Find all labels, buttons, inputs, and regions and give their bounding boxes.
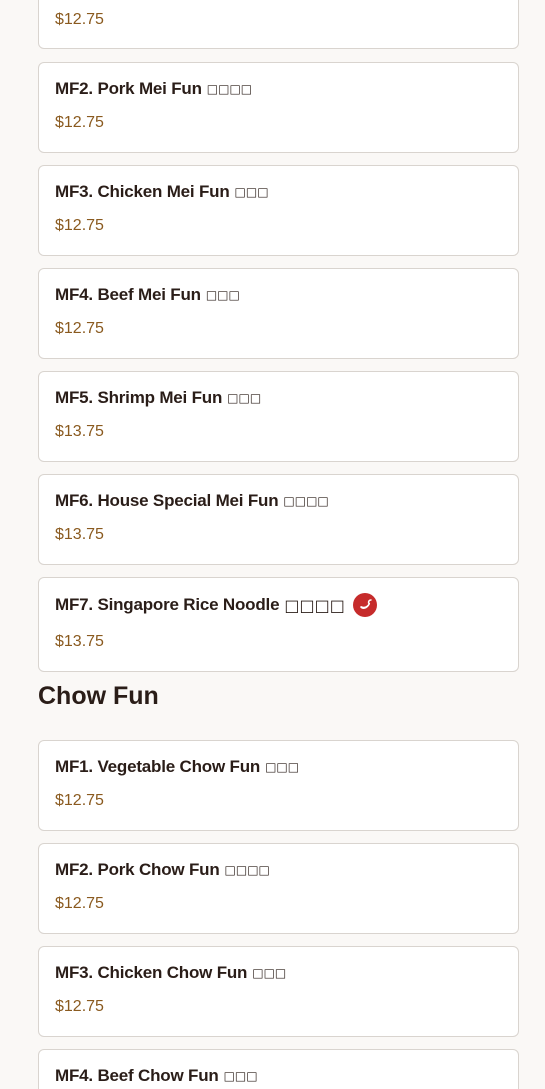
menu-item-card[interactable]: MF3. Chicken Mei Fun □□□ $12.75 <box>38 165 519 256</box>
item-name: MF1. Vegetable Chow Fun <box>55 757 261 776</box>
menu-item-card[interactable]: MF4. Beef Chow Fun □□□ <box>38 1049 519 1089</box>
menu-item-card[interactable]: MF3. Chicken Chow Fun □□□ $12.75 <box>38 946 519 1037</box>
item-name: MF3. Chicken Mei Fun <box>55 182 230 201</box>
item-price: $12.75 <box>55 320 104 337</box>
spicy-chili-icon <box>352 593 377 617</box>
item-price: $13.75 <box>55 526 104 543</box>
item-price: $13.75 <box>55 423 104 440</box>
item-price: $12.75 <box>55 217 104 234</box>
item-price: $12.75 <box>55 895 104 912</box>
item-name: MF2. Pork Mei Fun <box>55 79 202 98</box>
item-chinese-name: □□□ <box>265 760 300 774</box>
menu-item-card[interactable]: MF6. House Special Mei Fun □□□□ $13.75 <box>38 474 519 565</box>
menu-item-card[interactable]: MF2. Pork Chow Fun □□□□ $12.75 <box>38 843 519 934</box>
menu-item-card[interactable]: MF2. Pork Mei Fun □□□□ $12.75 <box>38 62 519 153</box>
item-name: MF4. Beef Mei Fun <box>55 285 201 304</box>
section-title-chow-fun: Chow Fun <box>38 682 159 710</box>
item-name: MF6. House Special Mei Fun <box>55 491 279 510</box>
item-name: MF4. Beef Chow Fun <box>55 1066 219 1085</box>
item-chinese-name: □□□□ <box>283 494 329 508</box>
item-name: MF5. Shrimp Mei Fun <box>55 388 223 407</box>
item-price: $12.75 <box>55 998 104 1015</box>
item-chinese-name: □□□ <box>223 1069 258 1083</box>
menu-item-card[interactable]: MF1. Vegetable Chow Fun □□□ $12.75 <box>38 740 519 831</box>
menu-item-card[interactable]: MF5. Shrimp Mei Fun □□□ $13.75 <box>38 371 519 462</box>
item-chinese-name: □□□ <box>252 966 287 980</box>
item-chinese-name: □□□□ <box>284 595 345 615</box>
item-chinese-name: □□□□ <box>206 82 253 96</box>
item-price: $12.75 <box>55 792 104 809</box>
menu-item-card[interactable]: MF4. Beef Mei Fun □□□ $12.75 <box>38 268 519 359</box>
menu-item-card[interactable]: $12.75 <box>38 0 519 49</box>
item-name: MF3. Chicken Chow Fun <box>55 963 248 982</box>
item-chinese-name: □□□□ <box>224 863 270 877</box>
item-chinese-name: □□□ <box>234 185 269 199</box>
menu-item-card[interactable]: MF7. Singapore Rice Noodle □□□□ $13.75 <box>38 577 519 672</box>
menu-page: $12.75 MF2. Pork Mei Fun □□□□ $12.75 MF3… <box>0 0 545 1089</box>
item-price: $13.75 <box>55 633 104 650</box>
item-chinese-name: □□□ <box>227 391 262 405</box>
item-name: MF7. Singapore Rice Noodle <box>55 595 280 614</box>
item-name: MF2. Pork Chow Fun <box>55 860 220 879</box>
item-price: $12.75 <box>55 114 104 131</box>
item-price: $12.75 <box>55 11 104 28</box>
item-chinese-name: □□□ <box>205 288 240 302</box>
